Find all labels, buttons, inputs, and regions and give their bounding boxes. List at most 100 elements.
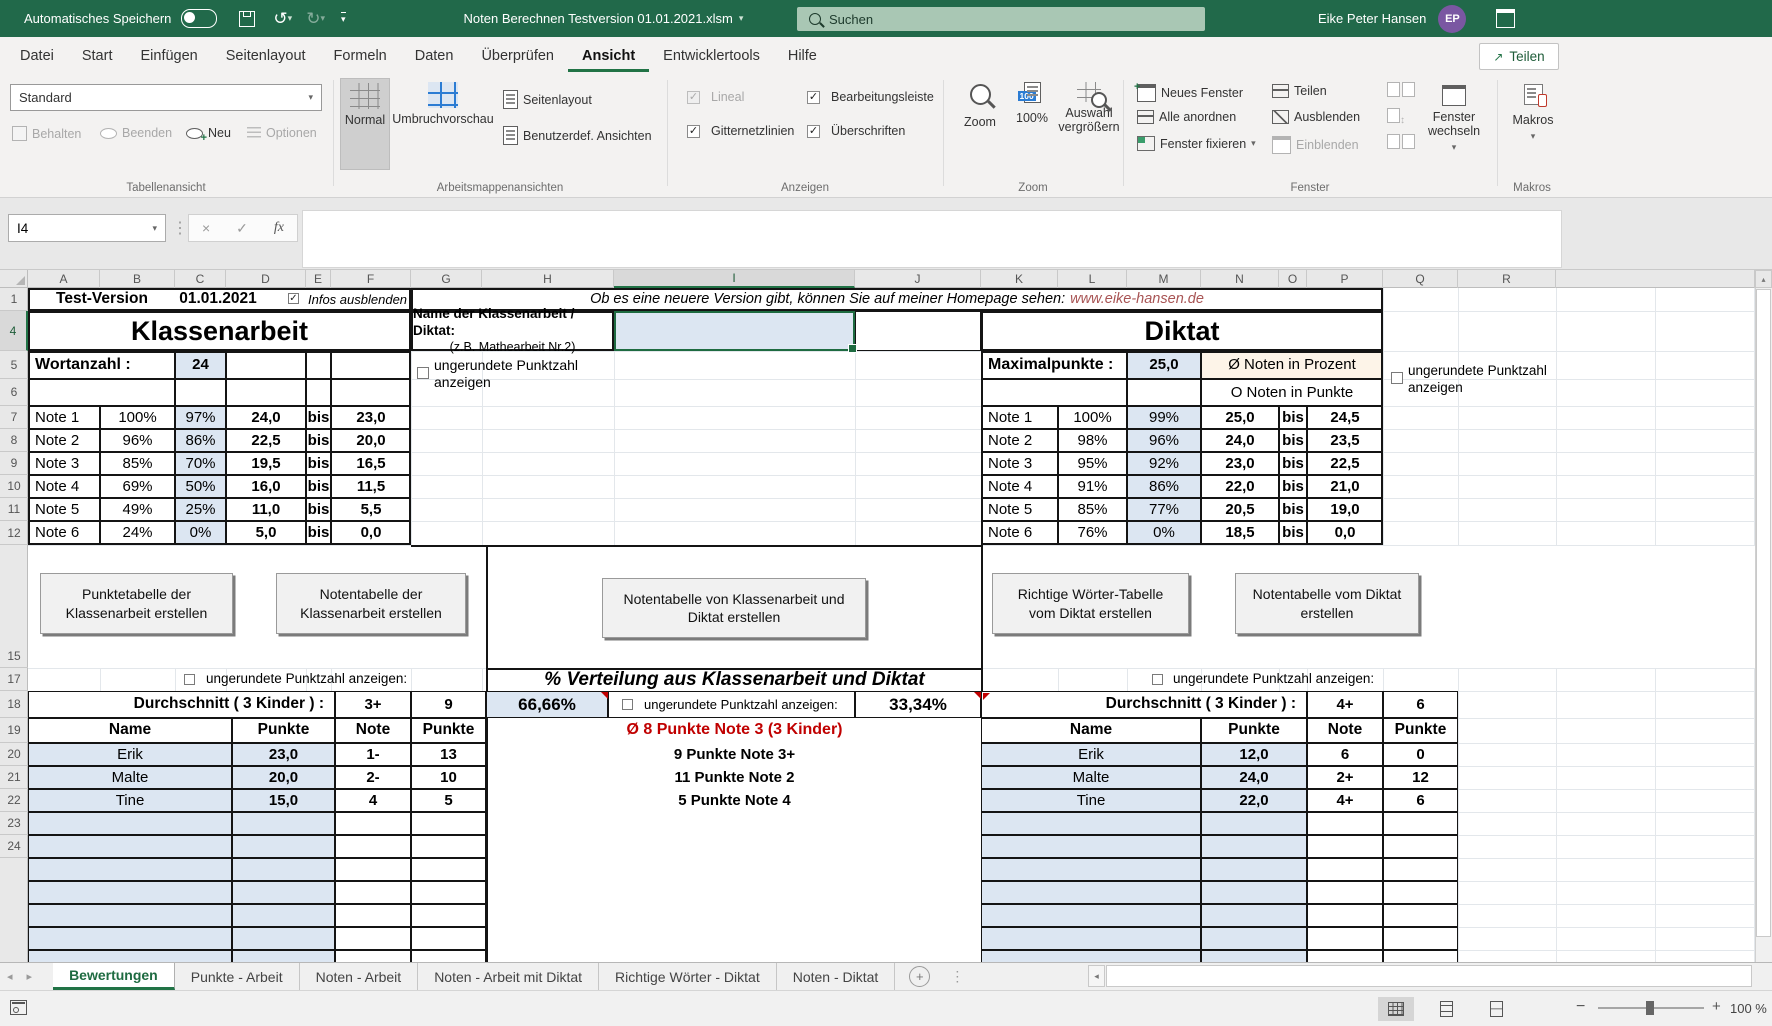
undo-icon[interactable]: ↺ — [273, 9, 287, 29]
cell[interactable] — [1307, 858, 1383, 881]
sheetview-exit-button[interactable]: Beenden — [100, 126, 172, 140]
sheet-tab-noten-diktat[interactable]: Noten - Diktat — [777, 963, 896, 990]
create-points-table-button[interactable]: Punktetabelle der Klassenarbeit erstelle… — [40, 573, 233, 634]
resR-name[interactable]: Malte — [981, 766, 1201, 789]
reset-window-position-icon[interactable] — [1387, 134, 1415, 152]
cell[interactable] — [331, 351, 411, 379]
cell[interactable]: 15,0 — [232, 789, 335, 812]
cell[interactable]: 85% — [100, 452, 175, 475]
cell[interactable]: 5,0 — [226, 521, 306, 545]
cell[interactable] — [981, 881, 1201, 904]
unhide-button[interactable]: Einblenden — [1272, 136, 1359, 154]
resR-avg-label[interactable]: Durchschnitt ( 3 Kinder ) : — [981, 691, 1307, 718]
col-N[interactable]: N — [1201, 270, 1279, 288]
cell[interactable] — [981, 858, 1201, 881]
vscroll-thumb[interactable] — [1756, 289, 1771, 937]
cell[interactable] — [331, 379, 411, 406]
cell[interactable]: 1- — [335, 743, 411, 766]
zoom-in-button[interactable]: + — [1712, 998, 1721, 1015]
cell[interactable]: 21,0 — [1307, 475, 1383, 498]
cell[interactable]: 4+ — [1307, 789, 1383, 812]
cell[interactable] — [306, 379, 331, 406]
ka-row-label[interactable]: Note 6 — [28, 521, 100, 545]
cell[interactable]: 86% — [175, 429, 226, 452]
cell[interactable] — [1383, 904, 1458, 927]
cell[interactable] — [226, 379, 306, 406]
col-H[interactable]: H — [482, 270, 614, 288]
cell[interactable] — [411, 881, 486, 904]
cell[interactable] — [1383, 950, 1458, 962]
resR-name[interactable]: Tine — [981, 789, 1201, 812]
create-grades-table-button[interactable]: Notentabelle der Klassenarbeit erstellen — [276, 573, 466, 634]
cell[interactable] — [981, 950, 1201, 962]
tab-entwicklertools[interactable]: Entwicklertools — [649, 40, 774, 72]
col-Q[interactable]: Q — [1383, 270, 1458, 288]
col-J[interactable]: J — [855, 270, 981, 288]
cell[interactable]: 0 — [1383, 743, 1458, 766]
cell[interactable] — [28, 904, 232, 927]
cell[interactable]: 22,0 — [1201, 475, 1279, 498]
resL-name[interactable]: Malte — [28, 766, 232, 789]
cell[interactable] — [335, 835, 411, 858]
resL-h-note[interactable]: Note — [335, 718, 411, 743]
dk-row-label[interactable]: Note 2 — [981, 429, 1058, 452]
sheet-tab-noten-arbeit[interactable]: Noten - Arbeit — [300, 963, 419, 990]
row-23[interactable]: 23 — [0, 812, 28, 835]
name-der-klassenarbeit-cell[interactable]: Name der Klassenarbeit / Diktat: (z.B. M… — [411, 311, 614, 351]
sheet-tab-bewertungen[interactable]: Bewertungen — [53, 963, 175, 990]
cell[interactable]: 24,5 — [1307, 406, 1383, 429]
cell[interactable] — [981, 904, 1201, 927]
sheet-tab-noten-arbeit-mit-diktat[interactable]: Noten - Arbeit mit Diktat — [418, 963, 599, 990]
cell[interactable]: bis — [306, 406, 331, 429]
tab-formeln[interactable]: Formeln — [320, 40, 401, 72]
view-side-by-side-icon[interactable] — [1387, 82, 1415, 100]
ka-row-label[interactable]: Note 5 — [28, 498, 100, 521]
cell[interactable] — [1383, 927, 1458, 950]
synchronous-scrolling-icon[interactable]: ↕ — [1387, 108, 1405, 126]
cell[interactable]: 95% — [1058, 452, 1127, 475]
cell[interactable] — [411, 904, 486, 927]
cell[interactable]: 22,5 — [226, 429, 306, 452]
cell[interactable] — [28, 881, 232, 904]
tab-ueberpruefen[interactable]: Überprüfen — [467, 40, 568, 72]
hide-infos-checkbox[interactable]: ✓ — [288, 293, 299, 304]
col-M[interactable]: M — [1127, 270, 1201, 288]
view-normal-statusbutton[interactable] — [1378, 997, 1414, 1021]
cell[interactable] — [1201, 881, 1307, 904]
tab-datei[interactable]: Datei — [6, 40, 68, 72]
row-18[interactable]: 18 — [0, 691, 28, 718]
cell[interactable] — [411, 812, 486, 835]
row-15[interactable]: 15 — [0, 545, 28, 668]
document-title[interactable]: Noten Berechnen Testversion 01.01.2021.x… — [464, 11, 733, 26]
show-gridlines-checkbox[interactable]: ✓Gitternetzlinien — [687, 124, 794, 138]
cell[interactable]: 22,0 — [1201, 789, 1307, 812]
cell[interactable]: 10 — [411, 766, 486, 789]
col-D[interactable]: D — [226, 270, 306, 288]
search-input[interactable]: Suchen — [797, 7, 1205, 31]
sheetview-dropdown[interactable]: Standard▾ — [10, 84, 322, 111]
cell[interactable]: 70% — [175, 452, 226, 475]
resR-unrounded-checkbox[interactable] — [1152, 674, 1163, 685]
resL-unrounded-checkbox[interactable] — [184, 674, 195, 685]
dk-row-label[interactable]: Note 5 — [981, 498, 1058, 521]
sheetview-new-button[interactable]: +Neu — [186, 126, 231, 140]
dk-unrounded-checkbox[interactable] — [1391, 372, 1403, 384]
cell[interactable] — [1307, 904, 1383, 927]
cell[interactable]: 23,5 — [1307, 429, 1383, 452]
cell[interactable] — [1201, 835, 1307, 858]
cell[interactable] — [411, 858, 486, 881]
cell[interactable]: 18,5 — [1201, 521, 1279, 545]
cell[interactable] — [1383, 812, 1458, 835]
resL-h-punkte2[interactable]: Punkte — [411, 718, 486, 743]
cell[interactable]: bis — [1279, 475, 1307, 498]
switch-windows-button[interactable]: Fenster wechseln▾ — [1418, 78, 1490, 168]
ribbon-display-options-icon[interactable] — [1496, 9, 1515, 28]
cell[interactable] — [28, 379, 175, 406]
redo-icon[interactable]: ↻ — [306, 9, 320, 29]
cell[interactable]: 16,0 — [226, 475, 306, 498]
row-7[interactable]: 7 — [0, 406, 28, 429]
cell[interactable]: 2- — [335, 766, 411, 789]
resL-name[interactable]: Erik — [28, 743, 232, 766]
cell[interactable]: 20,5 — [1201, 498, 1279, 521]
cell[interactable] — [232, 950, 335, 962]
